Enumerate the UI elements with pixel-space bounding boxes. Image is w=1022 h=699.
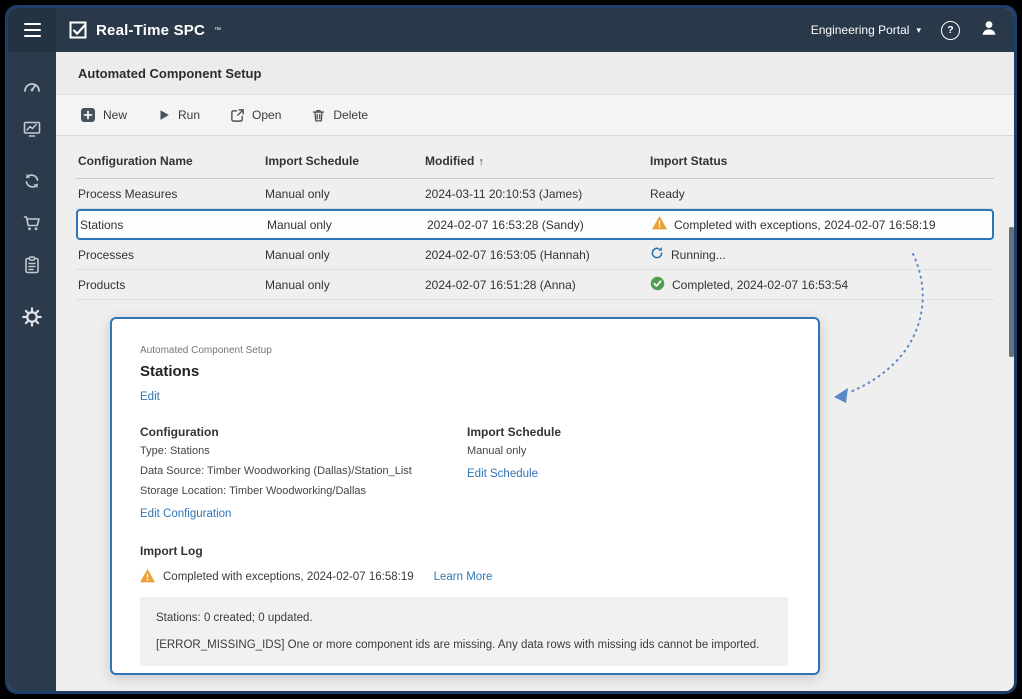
col-configuration-name[interactable]: Configuration Name [78, 154, 265, 168]
schedule-cell: Manual only [265, 278, 425, 292]
import-log-heading: Import Log [140, 544, 788, 558]
configuration-section: Configuration Type: Stations Data Source… [140, 425, 467, 522]
modified-cell: 2024-02-07 16:53:05 (Hannah) [425, 248, 650, 262]
new-button[interactable]: New [80, 107, 127, 123]
schedule-cell: Manual only [267, 218, 427, 232]
app-name: Real-Time SPC [96, 22, 205, 39]
page-title: Automated Component Setup [78, 66, 261, 81]
open-button[interactable]: Open [230, 108, 281, 123]
log-line-1: Stations: 0 created; 0 updated. [156, 612, 772, 624]
learn-more-link[interactable]: Learn More [434, 571, 493, 583]
logo-checkbox-icon [68, 20, 88, 40]
edit-configuration-link[interactable]: Edit Configuration [140, 508, 231, 520]
cart-icon[interactable] [19, 210, 45, 236]
scrollbar[interactable] [1009, 227, 1014, 357]
chevron-down-icon: ▾ [916, 26, 921, 35]
import-log-output: Stations: 0 created; 0 updated. [ERROR_M… [140, 597, 788, 666]
configurations-table: Configuration Name Import Schedule Modif… [76, 144, 994, 300]
app-window: Real-Time SPC ™ Engineering Portal ▾ ? [5, 5, 1017, 694]
import-schedule-heading: Import Schedule [467, 425, 561, 439]
status-cell: Completed, 2024-02-07 16:53:54 [650, 276, 994, 294]
app-logo: Real-Time SPC ™ [68, 20, 221, 40]
config-name-cell: Products [78, 278, 265, 292]
table-row[interactable]: Products Manual only 2024-02-07 16:51:28… [76, 270, 994, 300]
col-modified[interactable]: Modified↑ [425, 154, 650, 168]
col-import-status[interactable]: Import Status [650, 154, 994, 168]
dashboard-gauge-icon[interactable] [19, 74, 45, 100]
warning-icon [140, 569, 155, 586]
config-data-source: Data Source: Timber Woodworking (Dallas)… [140, 464, 467, 479]
detail-panel: Automated Component Setup Stations Edit … [110, 317, 820, 675]
config-type: Type: Stations [140, 444, 467, 459]
portal-label: Engineering Portal [811, 23, 910, 37]
schedule-cell: Manual only [265, 187, 425, 201]
col-import-schedule[interactable]: Import Schedule [265, 154, 425, 168]
worklist-clipboard-icon[interactable] [19, 252, 45, 278]
running-refresh-icon [650, 246, 664, 263]
modified-cell: 2024-02-07 16:51:28 (Anna) [425, 278, 650, 292]
sort-asc-icon: ↑ [478, 156, 484, 168]
table-row[interactable]: Process Measures Manual only 2024-03-11 … [76, 179, 994, 209]
edit-schedule-link[interactable]: Edit Schedule [467, 468, 538, 480]
log-line-2: [ERROR_MISSING_IDS] One or more componen… [156, 639, 772, 651]
warning-icon [652, 216, 667, 233]
settings-gear-icon[interactable] [19, 304, 45, 330]
table-row[interactable]: Processes Manual only 2024-02-07 16:53:0… [76, 240, 994, 270]
sync-icon[interactable] [19, 168, 45, 194]
top-bar: Real-Time SPC ™ Engineering Portal ▾ ? [8, 8, 1014, 52]
config-name-cell: Stations [80, 218, 267, 232]
trash-icon [311, 108, 326, 123]
delete-button[interactable]: Delete [311, 108, 368, 123]
portal-selector[interactable]: Engineering Portal ▾ [811, 23, 921, 37]
edit-link[interactable]: Edit [140, 391, 160, 403]
table-row-selected[interactable]: Stations Manual only 2024-02-07 16:53:28… [76, 209, 994, 240]
page-header: Automated Component Setup [56, 52, 1014, 94]
config-storage-location: Storage Location: Timber Woodworking/Dal… [140, 484, 467, 499]
configuration-heading: Configuration [140, 425, 467, 439]
success-check-icon [650, 276, 665, 294]
menu-icon[interactable] [8, 8, 56, 52]
import-schedule-section: Import Schedule Manual only Edit Schedul… [467, 425, 561, 522]
schedule-cell: Manual only [265, 248, 425, 262]
run-play-icon [157, 108, 171, 122]
charts-monitor-icon[interactable] [19, 116, 45, 142]
breadcrumb: Automated Component Setup [140, 345, 788, 356]
new-plus-icon [80, 107, 96, 123]
sidebar [8, 52, 56, 691]
detail-title: Stations [140, 363, 788, 380]
status-cell: Ready [650, 187, 994, 201]
config-name-cell: Process Measures [78, 187, 265, 201]
table-header-row: Configuration Name Import Schedule Modif… [76, 144, 994, 179]
modified-cell: 2024-02-07 16:53:28 (Sandy) [427, 218, 652, 232]
run-button[interactable]: Run [157, 108, 200, 122]
open-external-icon [230, 108, 245, 123]
user-icon[interactable] [980, 19, 998, 42]
log-status-text: Completed with exceptions, 2024-02-07 16… [163, 571, 414, 583]
status-cell: Running... [650, 246, 994, 263]
config-name-cell: Processes [78, 248, 265, 262]
modified-cell: 2024-03-11 20:10:53 (James) [425, 187, 650, 201]
toolbar: New Run [56, 94, 1014, 136]
schedule-value: Manual only [467, 444, 561, 459]
help-icon[interactable]: ? [941, 21, 960, 40]
trademark: ™ [214, 27, 221, 34]
status-cell: Completed with exceptions, 2024-02-07 16… [652, 216, 992, 233]
